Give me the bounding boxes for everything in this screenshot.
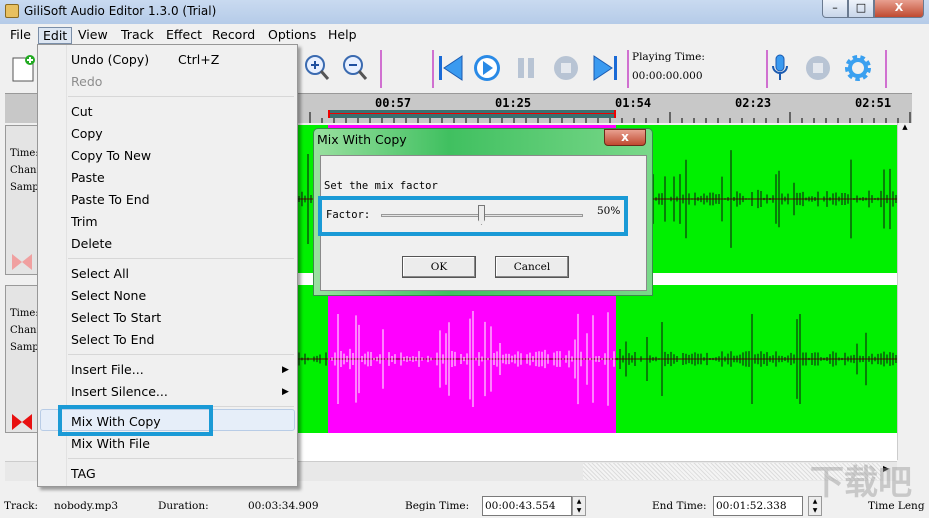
menu-separator <box>68 354 294 355</box>
factor-label: Factor: <box>326 209 371 221</box>
submenu-arrow-icon: ▶ <box>282 387 289 397</box>
end-time-input[interactable]: 00:01:52.338 <box>713 496 803 516</box>
settings-icon[interactable] <box>843 53 873 83</box>
ruler-tick-label: 01:54 <box>615 96 652 110</box>
zoom-in-icon[interactable] <box>302 53 332 83</box>
menu-effect[interactable]: Effect <box>162 27 206 44</box>
cancel-button[interactable]: Cancel <box>495 256 569 278</box>
selection-range-line <box>330 113 614 114</box>
menu-item-copy-to-new[interactable]: Copy To New <box>71 148 151 163</box>
menu-record[interactable]: Record <box>208 27 259 44</box>
menu-item-redo[interactable]: Redo <box>71 74 102 89</box>
menu-item-insert-file[interactable]: Insert File... <box>71 362 144 377</box>
begin-time-input[interactable]: 00:00:43.554 <box>482 496 572 516</box>
mix-factor-prompt: Set the mix factor <box>324 180 438 192</box>
skip-start-icon[interactable] <box>436 53 466 83</box>
menu-separator <box>68 458 294 459</box>
menu-item-cut[interactable]: Cut <box>71 104 93 119</box>
play-icon[interactable] <box>472 53 502 83</box>
ruler-tick-label: 01:25 <box>495 96 532 110</box>
submenu-arrow-icon: ▶ <box>282 365 289 375</box>
dialog-title: Mix With Copy <box>317 132 407 147</box>
menu-item-trim[interactable]: Trim <box>71 214 98 229</box>
menu-shortcut: Ctrl+Z <box>178 52 220 67</box>
duration-value: 00:03:34.909 <box>248 500 319 512</box>
menu-bar: File Edit View Track Effect Record Optio… <box>0 25 929 45</box>
window-title: GiliSoft Audio Editor 1.3.0 (Trial) <box>24 4 217 18</box>
toolbar-separator <box>885 50 887 88</box>
menu-file[interactable]: File <box>6 27 35 44</box>
menu-options[interactable]: Options <box>264 27 320 44</box>
factor-value: 50% <box>597 205 621 217</box>
close-button[interactable]: X <box>874 0 924 18</box>
begin-time-label: Begin Time: <box>405 500 470 512</box>
end-time-label: End Time: <box>652 500 707 512</box>
title-bar: GiliSoft Audio Editor 1.3.0 (Trial) – □ … <box>0 0 929 24</box>
dialog-close-button[interactable]: x <box>604 129 646 146</box>
minimize-button[interactable]: – <box>822 0 848 18</box>
annotation-highlight-box <box>58 405 213 436</box>
menu-item-paste-to-end[interactable]: Paste To End <box>71 192 150 207</box>
mix-with-copy-dialog: Mix With Copy x Set the mix factor Facto… <box>313 128 653 296</box>
watermark-logo: 下载吧 <box>810 463 912 503</box>
toolbar-separator <box>627 50 629 88</box>
stop-icon[interactable] <box>551 53 581 83</box>
vertical-scrollbar[interactable]: ▲ <box>897 123 912 460</box>
toolbar-separator <box>380 50 382 88</box>
status-bar: Track: nobody.mp3 Duration: 00:03:34.909… <box>0 492 929 518</box>
menu-item-select-all[interactable]: Select All <box>71 266 129 281</box>
record-stop-icon[interactable] <box>803 53 833 83</box>
new-file-icon[interactable] <box>10 53 40 83</box>
menu-item-select-to-end[interactable]: Select To End <box>71 332 154 347</box>
ruler-tick-label: 00:57 <box>375 96 412 110</box>
menu-item-paste[interactable]: Paste <box>71 170 105 185</box>
menu-item-undo-copy[interactable]: Undo (Copy) <box>71 52 149 67</box>
dialog-body: Set the mix factor Factor: 50% OK Cancel <box>318 155 647 291</box>
maximize-button[interactable]: □ <box>848 0 874 18</box>
pause-icon[interactable] <box>511 53 541 83</box>
menu-separator <box>68 258 294 259</box>
scroll-up-icon[interactable]: ▲ <box>898 123 912 131</box>
selection-range-bar[interactable] <box>328 110 616 118</box>
toolbar-separator <box>432 50 434 88</box>
zoom-out-icon[interactable] <box>340 53 370 83</box>
ruler-tick-label: 02:23 <box>735 96 772 110</box>
skip-end-icon[interactable] <box>590 53 620 83</box>
menu-separator <box>68 96 294 97</box>
ruler-tick-label: 02:51 <box>855 96 892 110</box>
menu-item-mix-with-file[interactable]: Mix With File <box>71 436 150 451</box>
menu-help[interactable]: Help <box>324 27 361 44</box>
app-icon <box>5 4 19 18</box>
track-filename: nobody.mp3 <box>54 500 119 512</box>
menu-item-copy[interactable]: Copy <box>71 126 103 141</box>
menu-item-select-to-start[interactable]: Select To Start <box>71 310 161 325</box>
playing-time-label: Playing Time: <box>632 51 705 63</box>
playing-time-value: 00:00:00.000 <box>632 70 703 82</box>
begin-time-spinner[interactable]: ▲ ▼ <box>572 496 586 516</box>
ok-button[interactable]: OK <box>402 256 476 278</box>
duration-label: Duration: <box>158 500 209 512</box>
track-1-mute-icon[interactable] <box>10 252 34 272</box>
microphone-icon[interactable] <box>765 53 795 83</box>
menu-item-delete[interactable]: Delete <box>71 236 112 251</box>
menu-item-tag[interactable]: TAG <box>71 466 96 481</box>
menu-track[interactable]: Track <box>117 27 158 44</box>
menu-item-insert-silence[interactable]: Insert Silence... <box>71 384 168 399</box>
track-2-mute-icon[interactable] <box>10 412 34 432</box>
menu-edit[interactable]: Edit <box>38 27 73 44</box>
track-label: Track: <box>4 500 39 512</box>
menu-view[interactable]: View <box>74 27 112 44</box>
menu-item-select-none[interactable]: Select None <box>71 288 146 303</box>
edit-menu: Undo (Copy) Ctrl+Z Redo Cut Copy Copy To New P… <box>37 44 298 487</box>
